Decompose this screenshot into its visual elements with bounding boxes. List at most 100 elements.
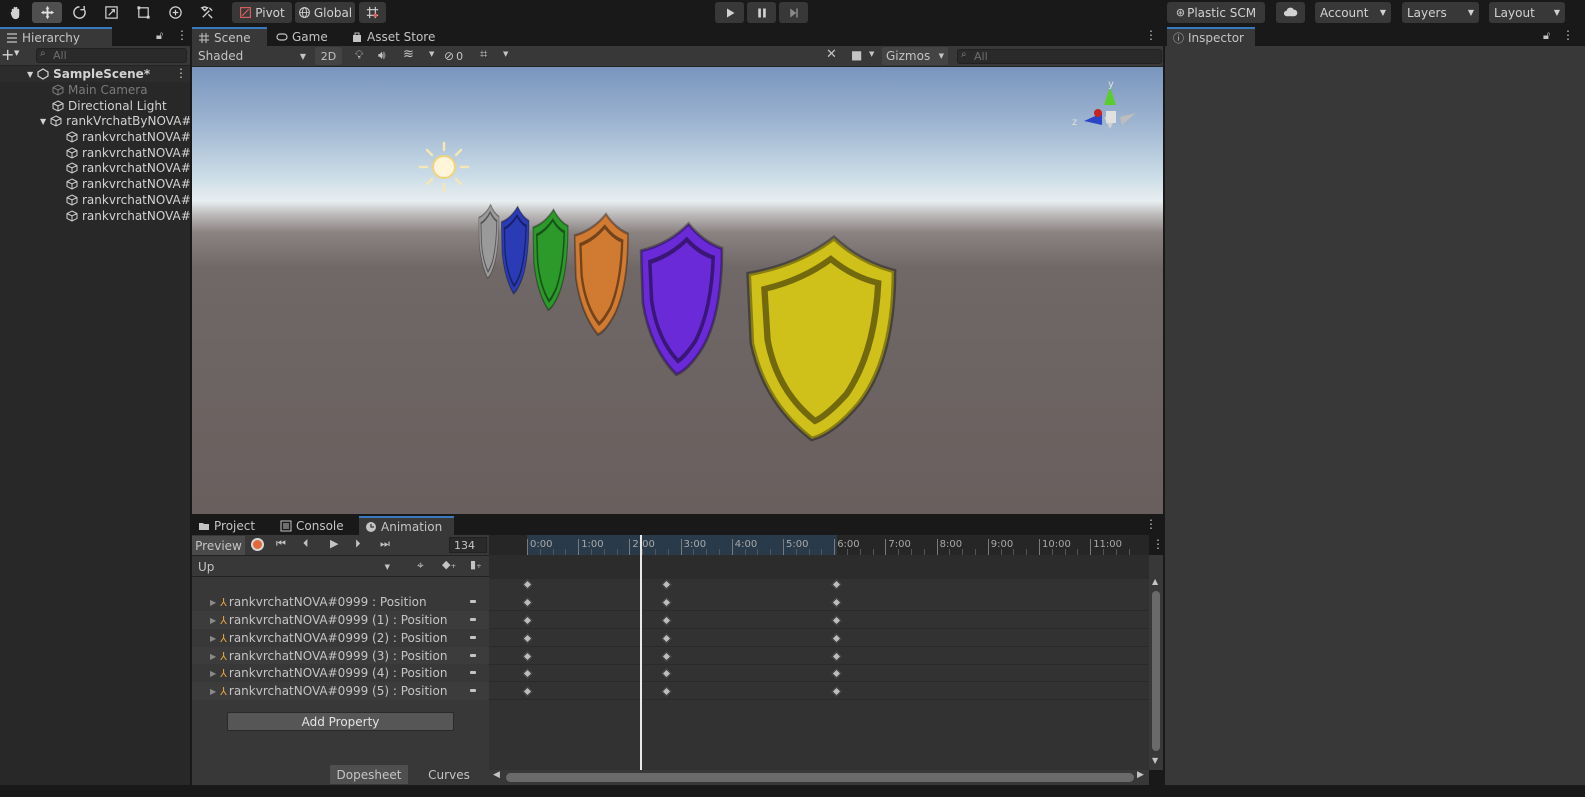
first-keyframe-icon[interactable]: ⏮︎: [276, 537, 286, 551]
hierarchy-item[interactable]: ▼ rankVrchatByNOVA#0: [0, 113, 190, 129]
account-dropdown[interactable]: Account ▼: [1315, 2, 1391, 23]
hidden-objects-toggle[interactable]: ⊘ 0: [444, 47, 474, 65]
cloud-button[interactable]: [1276, 2, 1305, 23]
tab-console[interactable]: Console: [274, 516, 354, 535]
more-options-icon[interactable]: ⋮: [176, 28, 188, 42]
lock-icon[interactable]: 🔓︎: [156, 29, 163, 43]
animation-property-row[interactable]: ▶ ⅄ rankvrchatNOVA#0999 (2) : Position: [192, 629, 489, 647]
rank-shield-3[interactable]: [573, 212, 629, 337]
remove-property-icon[interactable]: [470, 600, 476, 603]
lighting-icon[interactable]: 💡︎: [355, 48, 363, 63]
animation-property-row[interactable]: ▶ ⅄ rankvrchatNOVA#0999 (4) : Position: [192, 664, 489, 682]
remove-property-icon[interactable]: [470, 671, 476, 674]
expand-arrow-icon[interactable]: ▶: [210, 598, 216, 607]
pivot-toggle[interactable]: Pivot: [232, 2, 292, 23]
orientation-gizmo[interactable]: y z: [1064, 73, 1154, 163]
last-keyframe-icon[interactable]: ⏭︎: [380, 537, 390, 551]
chevron-down-icon[interactable]: ▼: [869, 50, 874, 58]
layers-dropdown[interactable]: Layers ▼: [1402, 2, 1479, 23]
horizontal-scrollbar[interactable]: ◀ ▶: [489, 770, 1149, 785]
grid-toggle-icon[interactable]: ⌗: [480, 47, 487, 62]
hierarchy-search-input[interactable]: All: [36, 48, 187, 63]
rank-shield-1[interactable]: [500, 205, 530, 295]
tab-inspector[interactable]: ⓘ Inspector: [1167, 27, 1255, 46]
expand-arrow-icon[interactable]: ▼: [27, 70, 33, 79]
hierarchy-item[interactable]: rankvrchatNOVA#0: [0, 192, 190, 208]
tab-animation[interactable]: Animation: [359, 516, 454, 535]
shading-mode-dropdown[interactable]: Shaded ▼: [194, 47, 310, 65]
remove-property-icon[interactable]: [470, 636, 476, 639]
previous-keyframe-icon[interactable]: ⏴︎: [303, 537, 309, 551]
curves-tab[interactable]: Curves: [410, 765, 488, 784]
rank-shield-4[interactable]: [639, 221, 724, 377]
animation-property-row[interactable]: ▶ ⅄ rankvrchatNOVA#0999 (1) : Position: [192, 611, 489, 629]
more-options-icon[interactable]: ⋮: [1562, 28, 1574, 42]
animation-property-row[interactable]: ▶ ⅄ rankvrchatNOVA#0999 (5) : Position: [192, 682, 489, 700]
custom-tool-button[interactable]: [193, 2, 221, 23]
hierarchy-item[interactable]: rankvrchatNOVA#0: [0, 129, 190, 145]
tab-project[interactable]: Project: [192, 516, 270, 535]
scale-tool-button[interactable]: [97, 2, 125, 23]
expand-arrow-icon[interactable]: ▶: [210, 616, 216, 625]
remove-property-icon[interactable]: [470, 618, 476, 621]
vertical-scrollbar[interactable]: ▲ ▼: [1149, 555, 1163, 770]
more-options-icon[interactable]: ⋮: [1145, 517, 1157, 531]
scene-viewport[interactable]: y z: [192, 67, 1163, 514]
vscroll-thumb[interactable]: [1152, 591, 1160, 751]
hierarchy-item[interactable]: rankvrchatNOVA#0: [0, 145, 190, 161]
expand-arrow-icon[interactable]: ▼: [40, 117, 46, 126]
play-button[interactable]: [715, 2, 744, 23]
tab-game[interactable]: Game: [270, 27, 340, 46]
hierarchy-item[interactable]: rankvrchatNOVA#0: [0, 176, 190, 192]
chevron-down-icon[interactable]: ▼: [429, 50, 434, 58]
add-event-icon[interactable]: ▮₊: [470, 558, 482, 571]
rotate-tool-button[interactable]: [65, 2, 93, 23]
frame-input[interactable]: 134: [449, 537, 487, 553]
hand-tool-button[interactable]: [3, 2, 28, 23]
dopesheet-tab[interactable]: Dopesheet: [330, 765, 408, 784]
scroll-up-icon[interactable]: ▲: [1152, 577, 1158, 586]
pause-button[interactable]: [747, 2, 776, 23]
grid-snap-button[interactable]: [359, 2, 386, 23]
tab-hierarchy[interactable]: Hierarchy: [0, 27, 112, 46]
clip-dropdown[interactable]: Up ▼: [194, 558, 394, 575]
more-options-icon[interactable]: ⋮: [1152, 537, 1164, 551]
filter-target-icon[interactable]: ⌖: [417, 558, 424, 573]
record-icon[interactable]: [251, 538, 264, 551]
global-toggle[interactable]: Global: [295, 2, 355, 23]
add-property-button[interactable]: Add Property: [227, 712, 454, 731]
rank-shield-5[interactable]: [746, 234, 897, 442]
plastic-scm-button[interactable]: ⊛ Plastic SCM: [1167, 2, 1265, 23]
chevron-down-icon[interactable]: ▼: [503, 50, 508, 58]
more-options-icon[interactable]: ⋮: [175, 66, 187, 80]
remove-property-icon[interactable]: [470, 689, 476, 692]
next-keyframe-icon[interactable]: ⏵︎: [355, 537, 361, 551]
scroll-right-icon[interactable]: ▶: [1137, 770, 1144, 780]
scene-row[interactable]: ▼ SampleScene* ⋮: [0, 66, 190, 82]
hierarchy-item[interactable]: Main Camera: [0, 82, 190, 98]
animation-property-row[interactable]: ▶ ⅄ rankvrchatNOVA#0999 : Position: [192, 593, 489, 611]
camera-icon[interactable]: ■: [851, 48, 862, 62]
hierarchy-item[interactable]: rankvrchatNOVA#0: [0, 160, 190, 176]
move-tool-button[interactable]: [32, 2, 62, 23]
create-add-icon[interactable]: +: [1, 45, 14, 64]
2d-toggle[interactable]: 2D: [315, 47, 342, 65]
animation-property-row[interactable]: ▶ ⅄ rankvrchatNOVA#0999 (3) : Position: [192, 647, 489, 665]
tab-asset-store[interactable]: Asset Store: [345, 27, 440, 46]
play-icon[interactable]: ▶: [330, 537, 338, 550]
expand-arrow-icon[interactable]: ▶: [210, 652, 216, 661]
hierarchy-item[interactable]: rankvrchatNOVA#0: [0, 208, 190, 224]
scroll-left-icon[interactable]: ◀: [493, 770, 500, 780]
expand-arrow-icon[interactable]: ▶: [210, 634, 216, 643]
tab-scene[interactable]: Scene: [192, 27, 267, 46]
playhead[interactable]: [640, 535, 642, 770]
more-options-icon[interactable]: ⋮: [1145, 28, 1157, 42]
layout-dropdown[interactable]: Layout ▼: [1489, 2, 1565, 23]
add-keyframe-icon[interactable]: ◆₊: [442, 558, 456, 571]
lock-icon[interactable]: 🔓︎: [1543, 29, 1550, 43]
preview-toggle[interactable]: Preview: [192, 536, 245, 555]
remove-property-icon[interactable]: [470, 654, 476, 657]
expand-arrow-icon[interactable]: ▶: [210, 687, 216, 696]
scene-search-input[interactable]: All: [957, 49, 1162, 64]
transform-tool-button[interactable]: [161, 2, 189, 23]
